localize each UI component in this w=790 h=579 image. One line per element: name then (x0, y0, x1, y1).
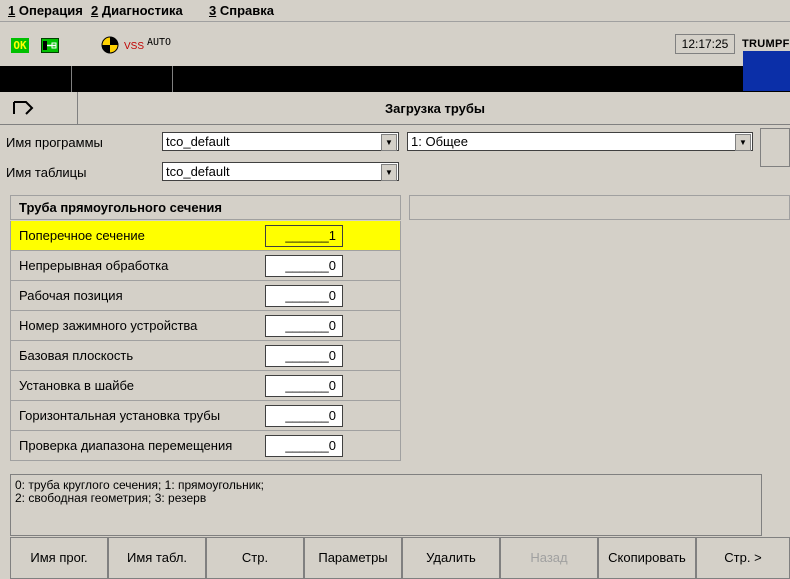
table-name-label: Имя таблицы (6, 165, 87, 180)
message-segment (0, 66, 72, 92)
softkey-parameters[interactable]: Параметры (304, 537, 402, 579)
laser-safety-icon (101, 36, 119, 54)
message-segment (71, 66, 173, 92)
section-header-right-panel (409, 195, 790, 220)
menu-item-diagnostics[interactable]: 2 Диагностика (91, 3, 183, 18)
param-value-field[interactable]: ______0 (265, 285, 343, 307)
softkey-delete[interactable]: Удалить (402, 537, 500, 579)
menu-item-help[interactable]: 3 Справка (209, 3, 274, 18)
message-bar (0, 66, 790, 92)
param-value-field[interactable]: ______0 (265, 435, 343, 457)
section-header: Труба прямоугольного сечения (10, 195, 401, 220)
brand-logo: TRUMPF (742, 38, 790, 50)
program-category-select[interactable]: 1: Общее ▼ (407, 132, 753, 151)
param-label: Поперечное сечение (19, 228, 145, 243)
mode-label: AUTO (147, 37, 172, 48)
side-panel-box (760, 128, 790, 167)
param-row-working-position[interactable]: Рабочая позиция ______0 (10, 281, 401, 311)
clock: 12:17:25 (675, 34, 735, 54)
softkey-copy[interactable]: Скопировать (598, 537, 696, 579)
param-label: Базовая плоскость (19, 348, 134, 363)
softkey-program-name[interactable]: Имя прог. (10, 537, 108, 579)
program-name-select[interactable]: tco_default ▼ (162, 132, 399, 151)
help-line: 2: свободная геометрия; 3: резерв (15, 491, 207, 505)
chevron-down-icon[interactable]: ▼ (381, 134, 397, 151)
page-title: Загрузка трубы (385, 101, 485, 116)
param-value-field[interactable]: ______1 (265, 225, 343, 247)
param-label: Непрерывная обработка (19, 258, 169, 273)
program-name-label: Имя программы (6, 135, 103, 150)
connection-icon (41, 38, 59, 53)
chevron-down-icon[interactable]: ▼ (735, 134, 751, 151)
table-name-select[interactable]: tco_default ▼ (162, 162, 399, 181)
param-row-continuous-processing[interactable]: Непрерывная обработка ______0 (10, 251, 401, 281)
vss-label: VSS (124, 41, 145, 52)
param-row-washer-setting[interactable]: Установка в шайбе ______0 (10, 371, 401, 401)
softkey-back[interactable]: Назад (500, 537, 598, 579)
param-label: Номер зажимного устройства (19, 318, 198, 333)
param-row-cross-section[interactable]: Поперечное сечение ______1 (10, 221, 401, 251)
chevron-down-icon[interactable]: ▼ (381, 164, 397, 181)
param-value-field[interactable]: ______0 (265, 345, 343, 367)
param-row-clamp-number[interactable]: Номер зажимного устройства ______0 (10, 311, 401, 341)
param-row-travel-range-check[interactable]: Проверка диапазона перемещения ______0 (10, 431, 401, 461)
param-row-horizontal-setting[interactable]: Горизонтальная установка трубы ______0 (10, 401, 401, 431)
ok-status-icon: OK (11, 38, 29, 53)
param-label: Установка в шайбе (19, 378, 135, 393)
softkey-page[interactable]: Стр. (206, 537, 304, 579)
param-label: Горизонтальная установка трубы (19, 408, 221, 423)
back-arrow-button[interactable] (0, 92, 78, 125)
param-label: Рабочая позиция (19, 288, 123, 303)
softkey-next-page[interactable]: Стр. > (696, 537, 790, 579)
menu-bar: 1 Операция 2 Диагностика 3 Справка (0, 0, 790, 22)
softkey-bar: Имя прог. Имя табл. Стр. Параметры Удали… (10, 537, 790, 579)
enter-arrow-icon (13, 101, 34, 115)
softkey-table-name[interactable]: Имя табл. (108, 537, 206, 579)
param-value-field[interactable]: ______0 (265, 405, 343, 427)
param-label: Проверка диапазона перемещения (19, 438, 233, 453)
menu-item-operation[interactable]: 1 Операция (8, 3, 83, 18)
param-value-field[interactable]: ______0 (265, 255, 343, 277)
param-value-field[interactable]: ______0 (265, 375, 343, 397)
param-row-base-plane[interactable]: Базовая плоскость ______0 (10, 341, 401, 371)
help-text-panel: 0: труба круглого сечения; 1: прямоуголь… (10, 474, 762, 536)
brand-logo-panel-overlay (743, 51, 790, 91)
param-value-field[interactable]: ______0 (265, 315, 343, 337)
